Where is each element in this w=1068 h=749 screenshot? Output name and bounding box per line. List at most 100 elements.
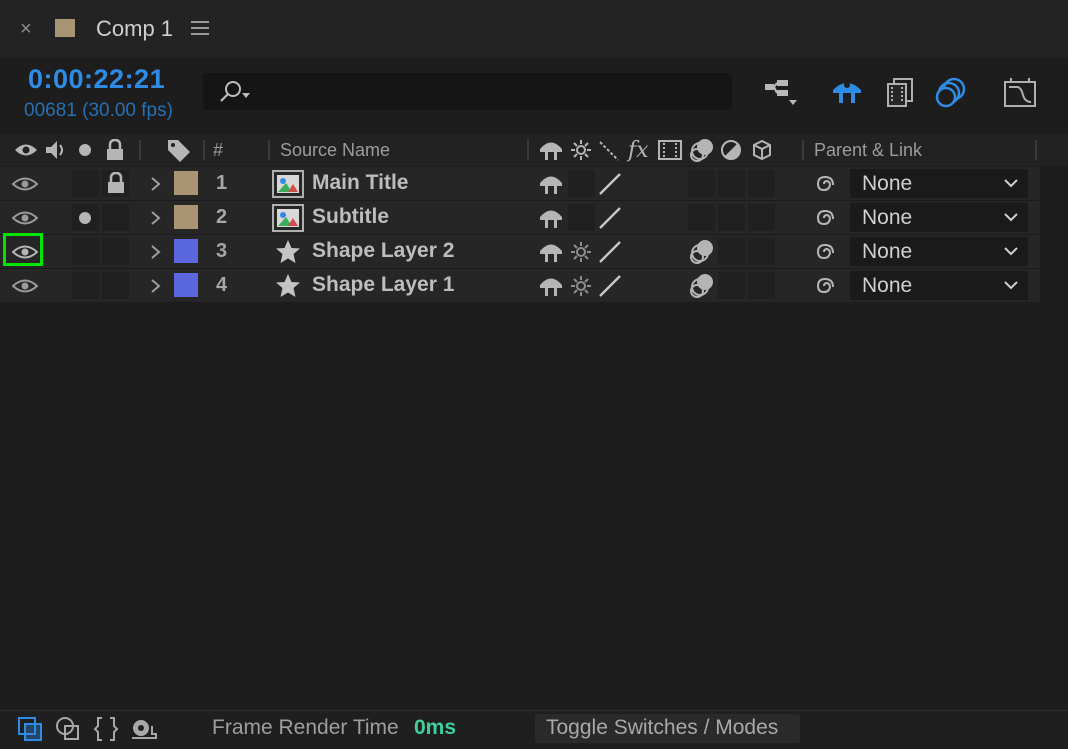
label-column-tag-icon[interactable] [166, 134, 192, 166]
video-column-eye-icon[interactable] [14, 134, 38, 166]
parent-dropdown[interactable]: None [850, 237, 1028, 266]
3d-layer-toggle[interactable] [748, 204, 775, 231]
3d-layer-toggle[interactable] [748, 170, 775, 197]
layer-name[interactable]: Shape Layer 2 [312, 239, 454, 263]
label-color-swatch[interactable] [174, 239, 198, 263]
motion-blur-switch-icon[interactable] [688, 134, 716, 166]
layer-row[interactable]: 3 Shape Layer 2 None [0, 235, 1040, 269]
audio-column-speaker-icon[interactable] [44, 134, 68, 166]
frame-render-time-value: 0ms [414, 716, 457, 739]
adjustment-layer-toggle[interactable] [718, 238, 745, 265]
parent-pick-whip-icon[interactable] [812, 206, 836, 230]
motion-blur-toggle-icon[interactable] [688, 238, 716, 266]
adjustment-layer-toggle[interactable] [718, 204, 745, 231]
comp-color-swatch [55, 19, 75, 37]
solo-toggle[interactable] [72, 170, 99, 197]
comp-tab-title[interactable]: Comp 1 [96, 16, 173, 42]
composition-mini-flowchart-icon[interactable] [17, 716, 43, 742]
frame-blend-switch-icon[interactable] [657, 134, 683, 166]
parent-dropdown-value: None [862, 274, 913, 297]
flowchart-icon[interactable] [763, 78, 801, 108]
parent-pick-whip-icon[interactable] [812, 240, 836, 264]
search-icon[interactable] [218, 80, 252, 104]
shy-switch-icon[interactable] [538, 172, 564, 196]
motion-blur-toggle[interactable] [688, 204, 715, 231]
number-column-header[interactable]: # [213, 134, 223, 166]
shy-switch-icon[interactable] [538, 274, 564, 298]
motion-blur-toggle-icon[interactable] [688, 272, 716, 300]
shy-switch-icon[interactable] [538, 134, 564, 166]
layer-search-input[interactable] [203, 73, 732, 110]
lock-column-icon[interactable] [105, 134, 125, 166]
label-color-swatch[interactable] [174, 273, 198, 297]
source-name-column-header[interactable]: Source Name [280, 134, 390, 166]
solo-column-icon[interactable] [78, 134, 92, 166]
quality-slash-icon[interactable] [598, 206, 624, 230]
layer-number: 1 [216, 172, 228, 194]
label-color-swatch[interactable] [174, 171, 198, 195]
toggle-switches-modes-label: Toggle Switches / Modes [546, 716, 779, 739]
shy-switch-icon[interactable] [538, 206, 564, 230]
solo-toggle[interactable] [72, 238, 99, 265]
layer-row[interactable]: 4 Shape Layer 1 None [0, 269, 1040, 303]
layer-name[interactable]: Main Title [312, 171, 408, 195]
parent-dropdown[interactable]: None [850, 271, 1028, 300]
parent-pick-whip-icon[interactable] [812, 172, 836, 196]
lock-toggle[interactable] [102, 204, 129, 231]
layer-row[interactable]: 2 Subtitle None [0, 201, 1040, 235]
parent-link-column-header[interactable]: Parent & Link [814, 134, 922, 166]
layer-row[interactable]: 1 Main Title None [0, 167, 1040, 201]
layer-name[interactable]: Shape Layer 1 [312, 273, 454, 297]
expand-chevron-icon[interactable] [150, 244, 162, 260]
expand-chevron-icon[interactable] [150, 278, 162, 294]
quality-slash-icon[interactable] [598, 274, 624, 298]
motion-blur-icon[interactable] [935, 76, 969, 108]
expand-collapse-brackets-icon[interactable] [93, 716, 119, 742]
frame-render-time-label: Frame Render Time [212, 716, 399, 739]
layer-name[interactable]: Subtitle [312, 205, 389, 229]
motion-blur-toggle[interactable] [688, 170, 715, 197]
parent-dropdown[interactable]: None [850, 169, 1028, 198]
timeline-footer [0, 710, 1068, 749]
current-time-display[interactable]: 0:00:22:21 [28, 64, 165, 95]
lock-toggle[interactable] [102, 238, 129, 265]
lock-icon [106, 172, 126, 194]
collapse-toggle[interactable] [568, 204, 595, 231]
collapse-transformations-icon[interactable] [570, 241, 592, 263]
expand-chevron-icon[interactable] [150, 176, 162, 192]
shy-switch-icon[interactable] [538, 240, 564, 264]
3d-layer-toggle[interactable] [748, 238, 775, 265]
shape-layer-star-icon [275, 239, 301, 264]
solo-toggle[interactable] [72, 272, 99, 299]
graph-editor-icon[interactable] [1003, 77, 1039, 109]
frame-blending-icon[interactable] [885, 77, 915, 107]
parent-pick-whip-icon[interactable] [812, 274, 836, 298]
effects-switch-icon[interactable]: fx [628, 134, 649, 166]
parent-dropdown-value: None [862, 172, 913, 195]
video-visibility-eye-icon[interactable] [12, 278, 38, 294]
quality-slash-icon[interactable] [598, 172, 624, 196]
adjustment-layer-switch-icon[interactable] [720, 134, 742, 166]
chevron-down-icon [1004, 280, 1018, 290]
collapse-toggle[interactable] [568, 170, 595, 197]
adjustment-layer-toggle[interactable] [718, 272, 745, 299]
label-color-swatch[interactable] [174, 205, 198, 229]
video-visibility-eye-icon[interactable] [12, 176, 38, 192]
render-layer-switches-icon[interactable] [55, 716, 81, 742]
collapse-transformations-icon[interactable] [570, 275, 592, 297]
video-visibility-eye-icon[interactable] [12, 210, 38, 226]
expand-chevron-icon[interactable] [150, 210, 162, 226]
3d-layer-toggle[interactable] [748, 272, 775, 299]
snail-speed-icon[interactable] [130, 716, 158, 742]
close-tab-button[interactable]: × [20, 18, 32, 41]
collapse-switch-icon[interactable] [570, 134, 592, 166]
parent-dropdown[interactable]: None [850, 203, 1028, 232]
quality-slash-icon[interactable] [598, 240, 624, 264]
quality-switch-icon[interactable] [598, 134, 622, 166]
shy-layers-icon[interactable] [830, 78, 864, 106]
footage-layer-icon [272, 204, 304, 232]
panel-menu-icon[interactable] [191, 20, 209, 36]
lock-toggle[interactable] [102, 272, 129, 299]
adjustment-layer-toggle[interactable] [718, 170, 745, 197]
3d-layer-switch-icon[interactable] [751, 134, 773, 166]
